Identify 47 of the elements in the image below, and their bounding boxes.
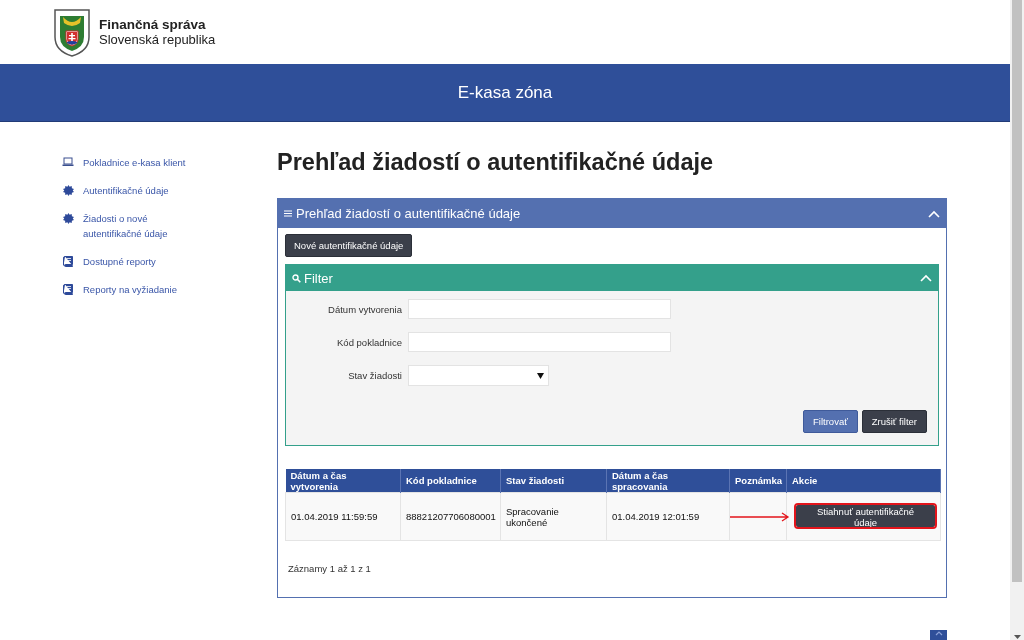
sidebar-link[interactable]: Pokladnice e-kasa klient: [62, 155, 192, 170]
column-header: Akcie: [786, 469, 941, 493]
annotation-arrow: [730, 511, 790, 522]
brand-subtitle: Slovenská republika: [99, 32, 216, 47]
laptop-icon: [62, 157, 74, 167]
book-icon: [63, 256, 73, 267]
sidebar-link[interactable]: Dostupné reporty: [62, 254, 192, 269]
panel-title: Prehľad žiadostí o autentifikačné údaje: [296, 206, 522, 221]
download-button[interactable]: Stiahnuť autentifikačné údaje: [796, 505, 935, 527]
sidebar-link[interactable]: Reporty na vyžiadanie: [62, 282, 192, 297]
filter-button[interactable]: Filtrovať: [803, 410, 858, 433]
banner-title: E-kasa zóna: [457, 82, 553, 103]
column-header: Poznámka: [729, 469, 787, 493]
filter-title: Filter: [304, 270, 334, 286]
scroll-top-button[interactable]: [930, 630, 947, 640]
table-cell: 01.04.2019 12:01:59: [606, 492, 730, 541]
dropdown-caret-icon: [537, 372, 544, 379]
new-credentials-button[interactable]: Nové autentifikačné údaje: [285, 234, 413, 257]
input-field[interactable]: [408, 299, 671, 319]
seal-icon: [62, 185, 74, 196]
scrollbar[interactable]: [1010, 0, 1024, 640]
filter-collapse-icon[interactable]: [920, 274, 932, 282]
seal-icon: [62, 213, 74, 224]
field-label: Stav žiadosti: [347, 370, 402, 381]
crest-icon: [53, 7, 91, 57]
book-icon: [63, 284, 73, 295]
field-label: Dátum vytvorenia: [327, 303, 402, 315]
input-field[interactable]: [408, 332, 671, 352]
search-icon: [292, 273, 301, 283]
table-cell: 01.04.2019 11:59:59: [285, 492, 401, 541]
column-header: Dátum a čas spracovania: [606, 469, 730, 493]
scroll-down-icon[interactable]: [1013, 635, 1021, 640]
table-cell: 88821207706080001: [400, 492, 501, 541]
record-count: Záznamy 1 až 1 z 1: [288, 563, 372, 574]
sidebar-link[interactable]: Autentifikačné údaje: [62, 183, 192, 198]
page-title: Prehľad žiadostí o autentifikačné údaje: [277, 148, 715, 176]
clear-filter-button[interactable]: Zrušiť filter: [861, 410, 927, 433]
chevron-up-icon: [934, 630, 943, 636]
column-header: Kód pokladnice: [400, 469, 501, 493]
collapse-icon[interactable]: [928, 209, 940, 218]
brand-title: Finančná správa: [99, 17, 207, 32]
sidebar-link[interactable]: Žiadosti o nové autentifikačné údaje: [62, 211, 192, 241]
table-cell: Spracovanie ukončené: [500, 492, 607, 541]
menu-icon: [284, 210, 292, 217]
field-label: Kód pokladnice: [336, 336, 402, 348]
column-header: Dátum a čas vytvorenia: [285, 469, 401, 493]
column-header: Stav žiadosti: [500, 469, 607, 493]
